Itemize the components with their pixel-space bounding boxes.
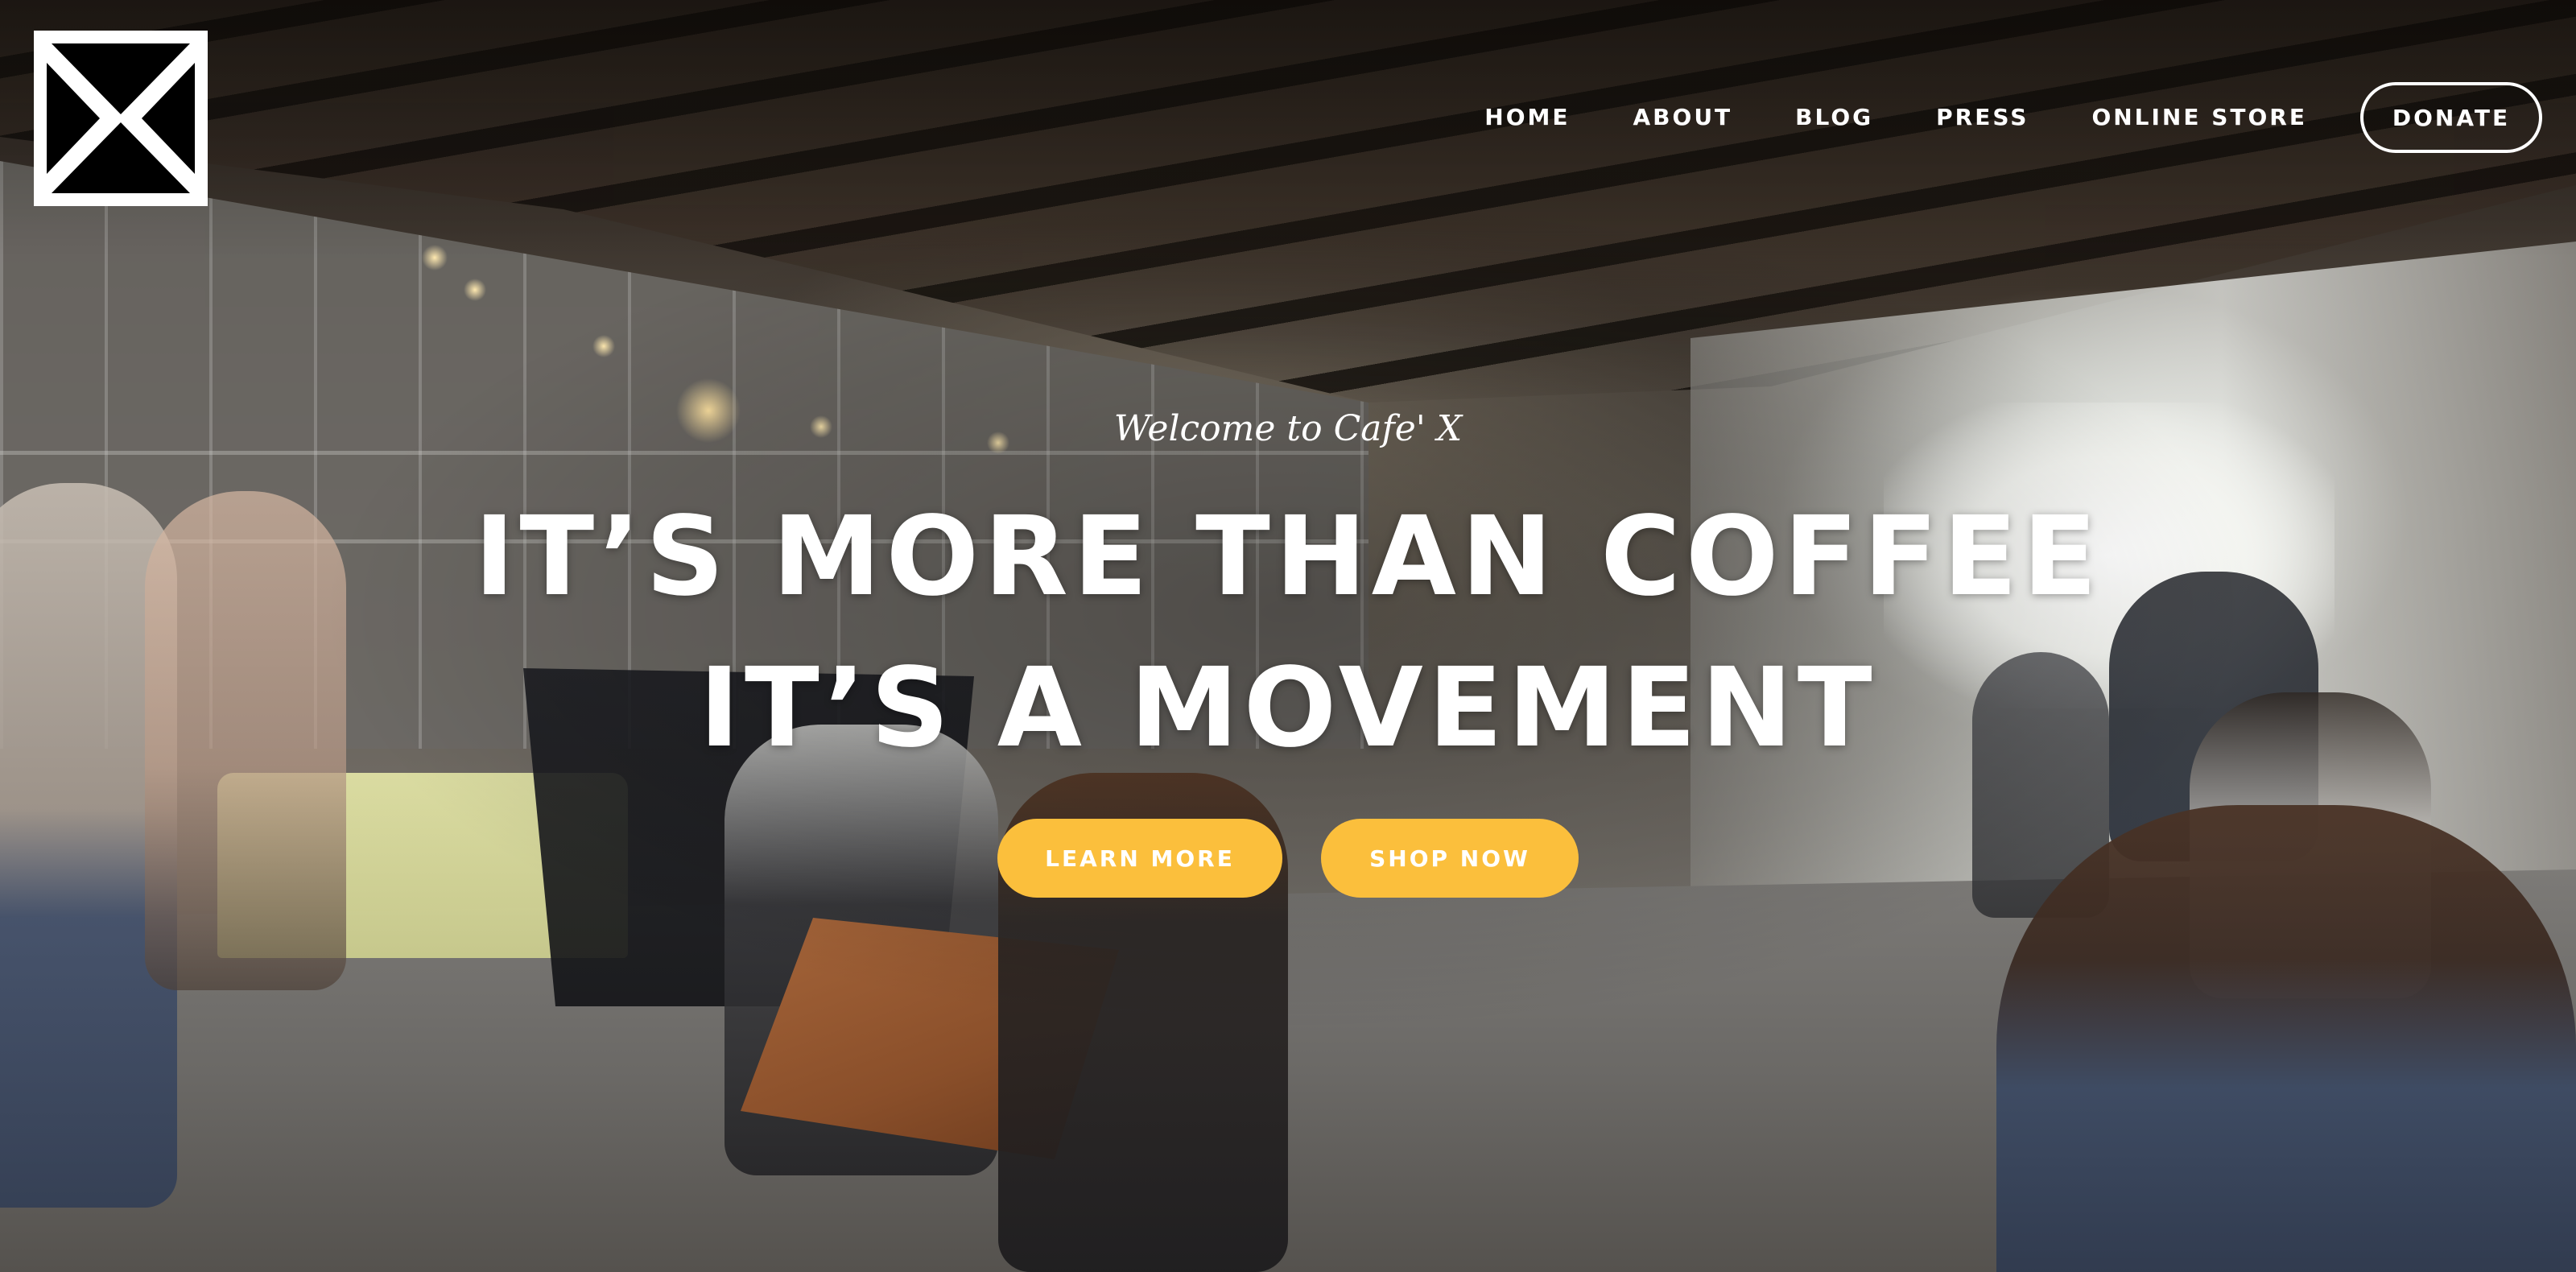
- nav-home[interactable]: HOME: [1484, 81, 1570, 155]
- hero-section: HOME ABOUT BLOG PRESS ONLINE STORE DONAT…: [0, 0, 2576, 1272]
- learn-more-button[interactable]: LEARN MORE: [997, 819, 1282, 898]
- headline-line-2: IT’S A MOVEMENT: [699, 645, 1877, 772]
- headline-line-1: IT’S MORE THAN COFFEE: [473, 494, 2103, 621]
- cta-row: LEARN MORE SHOP NOW: [0, 819, 2576, 898]
- main-nav: HOME ABOUT BLOG PRESS ONLINE STORE DONAT…: [1484, 81, 2542, 155]
- shop-now-button[interactable]: SHOP NOW: [1321, 819, 1579, 898]
- nav-online-store[interactable]: ONLINE STORE: [2091, 81, 2307, 155]
- hourglass-x-logo-icon: [34, 31, 208, 206]
- welcome-text: Welcome to Cafe' X: [1113, 408, 1463, 449]
- nav-about[interactable]: ABOUT: [1633, 81, 1733, 155]
- donate-button[interactable]: DONATE: [2360, 82, 2542, 153]
- site-logo[interactable]: [34, 31, 208, 206]
- nav-blog[interactable]: BLOG: [1795, 81, 1873, 155]
- nav-press[interactable]: PRESS: [1936, 81, 2029, 155]
